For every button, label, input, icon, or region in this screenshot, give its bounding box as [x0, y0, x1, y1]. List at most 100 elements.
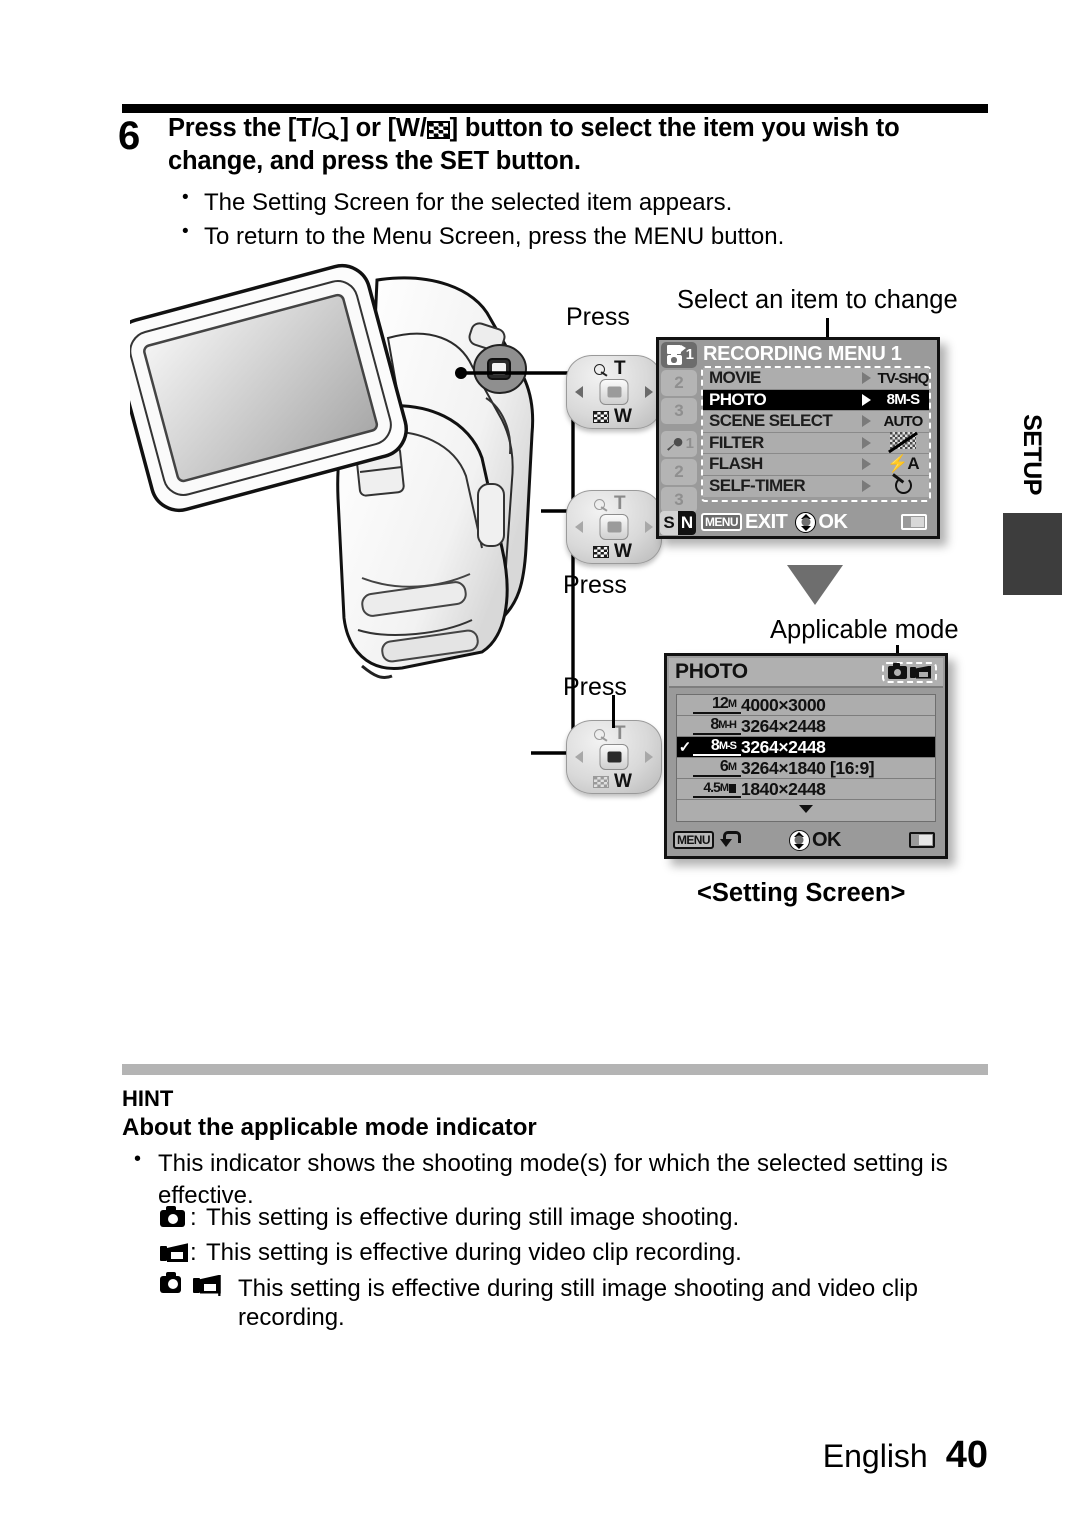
- icon-cell: [160, 1238, 190, 1269]
- w-label: W: [614, 541, 632, 562]
- resolution-dimensions: 3264×1840 [16:9]: [741, 757, 875, 778]
- resolution-code: 6M: [693, 759, 741, 777]
- menu-row-scene-select[interactable]: SCENE SELECT AUTO: [703, 411, 929, 433]
- side-tab-setup-label: SETUP: [1017, 414, 1046, 495]
- hint-subheading: About the applicable mode indicator: [122, 1114, 537, 1141]
- recording-tab-icons: [666, 345, 686, 365]
- scroll-down-indicator[interactable]: [677, 800, 935, 818]
- set-button[interactable]: [599, 514, 629, 540]
- ok-label: OK: [818, 510, 848, 533]
- press-label-1: Press: [566, 303, 630, 331]
- self-timer-off-icon: [890, 475, 916, 495]
- applicable-mode-indicator: [882, 661, 937, 683]
- menu-row-movie[interactable]: MOVIE TV-SHQ: [703, 368, 929, 390]
- set-button[interactable]: [599, 379, 629, 405]
- resolution-dimensions: 3264×2448: [741, 736, 826, 757]
- menu-item-label: FLASH: [709, 454, 763, 474]
- sidebar-tab-recording-2[interactable]: 2: [661, 370, 697, 396]
- hint-legend-row-both: : This setting is effective during still…: [160, 1271, 1010, 1333]
- step-block: 6 Press the [T/] or [W/] button to selec…: [118, 112, 998, 177]
- menu-row-filter[interactable]: FILTER: [703, 431, 929, 454]
- still-camera-icon: [160, 1206, 185, 1227]
- video-camera-icon: [160, 1244, 188, 1262]
- checkerboard-icon-small: [593, 546, 609, 558]
- w-label: W: [614, 406, 632, 427]
- t-label: T: [614, 493, 626, 514]
- zoom-control-press-2[interactable]: T W: [566, 490, 662, 564]
- video-camera-icon: [910, 666, 931, 679]
- flow-down-arrow-icon: [787, 565, 843, 605]
- chevron-right-icon: [862, 458, 871, 471]
- sn-toggle[interactable]: S N: [660, 511, 696, 535]
- photo-resolution-list: 12M 4000×3000 8M-H 3264×2448 ✓ 8M-S 3264…: [676, 694, 936, 822]
- hint-legend-row-still: : This setting is effective during still…: [160, 1203, 1010, 1234]
- w-label: W: [614, 771, 632, 792]
- chevron-right-icon: [862, 393, 871, 406]
- sidebar-tab-recording-3[interactable]: 3: [661, 398, 697, 424]
- photo-row-8m-h[interactable]: 8M-H 3264×2448: [677, 716, 935, 737]
- legend-text: This setting is effective during still i…: [206, 1204, 740, 1231]
- chevron-down-icon: [799, 805, 813, 813]
- magnifier-icon-small: [594, 729, 609, 741]
- still-camera-icon: [160, 1271, 181, 1293]
- select-item-label: Select an item to change: [677, 286, 958, 314]
- menu-button-pill[interactable]: MENU: [673, 831, 714, 849]
- sidebar-tab-setup-1[interactable]: 1: [661, 431, 697, 457]
- chevron-right-icon: [862, 480, 871, 493]
- step-bullet-list: The Setting Screen for the selected item…: [178, 185, 998, 254]
- right-arrow-icon: [645, 521, 653, 533]
- photo-row-12m[interactable]: 12M 4000×3000: [677, 695, 935, 716]
- t-label: T: [614, 723, 626, 744]
- icon-cell: [160, 1271, 216, 1294]
- resolution-code: 8M-H: [693, 717, 741, 735]
- menu-row-self-timer[interactable]: SELF-TIMER: [703, 475, 929, 497]
- menu-item-value: [877, 475, 929, 497]
- setting-screen-label: <Setting Screen>: [697, 879, 906, 907]
- wrench-icon: [666, 437, 684, 451]
- menu-button-pill[interactable]: MENU: [701, 513, 742, 531]
- photo-row-6m[interactable]: 6M 3264×1840 [16:9]: [677, 758, 935, 779]
- recording-menu-screen: 1 2 3 1 2 3 S N RECORDING MENU 1 MOVIE T…: [656, 337, 940, 539]
- dpad-icon: [795, 511, 817, 533]
- sidebar-tab-recording-1[interactable]: 1: [661, 342, 697, 368]
- return-arrow-icon: [717, 831, 741, 849]
- photo-row-4-5m[interactable]: 4.5M 1840×2448: [677, 779, 935, 800]
- battery-icon: [901, 514, 927, 530]
- page-footer: English 40: [823, 1434, 988, 1477]
- sidebar-tab-setup-2[interactable]: 2: [661, 459, 697, 485]
- chevron-right-icon: [862, 415, 871, 428]
- menu-row-flash[interactable]: FLASH ⚡A: [703, 454, 929, 476]
- menu-row-photo[interactable]: PHOTO 8M-S: [703, 389, 929, 411]
- hint-divider: [122, 1064, 988, 1075]
- photo-screen-header: PHOTO: [669, 658, 943, 688]
- footer-page-number: 40: [945, 1434, 988, 1476]
- resolution-dimensions: 4000×3000: [741, 694, 826, 715]
- set-button[interactable]: [599, 744, 629, 770]
- left-arrow-icon: [575, 521, 583, 533]
- set-control-press-3[interactable]: T W: [566, 720, 662, 794]
- recording-menu-list: MOVIE TV-SHQ PHOTO 8M-S SCENE SELECT AUT…: [701, 366, 931, 502]
- photo-setting-screen: PHOTO 12M 4000×3000 8M-H 3264×2448 ✓ 8M-…: [664, 653, 948, 859]
- sidebar-tab-setup-3[interactable]: 3: [661, 487, 697, 513]
- resolution-code: 8M-S: [693, 738, 741, 756]
- left-arrow-icon: [575, 751, 583, 763]
- dpad-icon: [788, 829, 810, 851]
- photo-row-8m-s[interactable]: ✓ 8M-S 3264×2448: [677, 737, 935, 758]
- menu-item-label: MOVIE: [709, 368, 761, 388]
- step-text-part2: ] or [W/: [340, 114, 427, 142]
- checkerboard-icon-small: [593, 411, 609, 423]
- tab-number: 1: [685, 435, 694, 452]
- checkerboard-icon: [426, 121, 450, 139]
- zoom-control-press-1[interactable]: T W: [566, 355, 662, 429]
- ok-label: OK: [811, 828, 842, 851]
- chevron-right-icon: [862, 372, 871, 385]
- hint-legend-row-video: : This setting is effective during video…: [160, 1238, 1010, 1269]
- right-arrow-icon: [645, 751, 653, 763]
- still-camera-icon: [888, 662, 907, 679]
- magnifier-icon-small: [594, 364, 609, 376]
- side-tab-setup: SETUP: [1000, 412, 1062, 497]
- applicable-mode-label: Applicable mode: [770, 616, 959, 644]
- chevron-right-icon: [862, 436, 871, 449]
- still-camera-icon: [666, 352, 682, 365]
- tab-number: 3: [674, 401, 684, 420]
